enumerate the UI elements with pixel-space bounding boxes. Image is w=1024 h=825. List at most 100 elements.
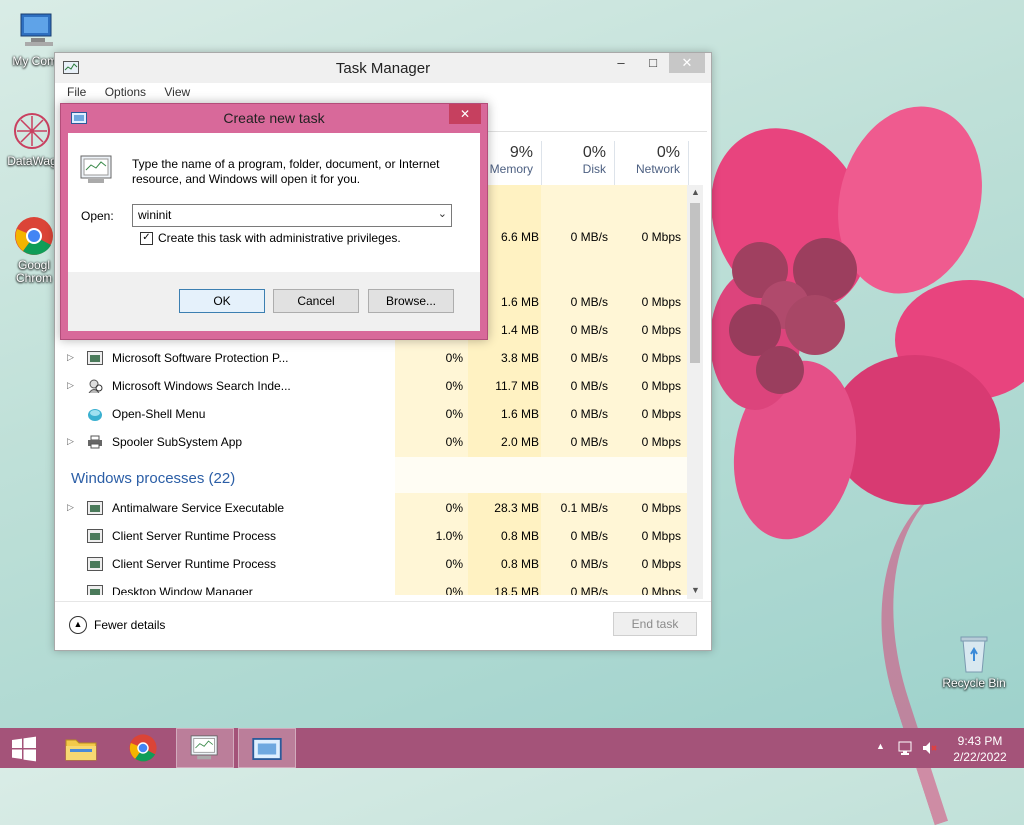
admin-checkbox[interactable]: ✓	[140, 231, 153, 245]
cpu-cell: 0%	[445, 557, 463, 571]
network-icon[interactable]	[897, 739, 915, 760]
clipped-row-container: Desktop Window Manager 0% 18.5 MB 0 MB/s…	[55, 579, 687, 595]
browse-button[interactable]: Browse...	[368, 289, 454, 313]
folder-icon	[65, 739, 97, 761]
dialog-footer: OK Cancel Browse...	[68, 272, 480, 331]
taskbar-chrome[interactable]	[114, 728, 172, 768]
menu-view[interactable]: View	[164, 85, 190, 99]
disk-cell: 0 MB/s	[570, 407, 608, 421]
open-combobox[interactable]: wininit ⌄	[132, 204, 452, 227]
network-cell: 0 Mbps	[641, 557, 681, 571]
volume-muted-icon[interactable]	[921, 739, 939, 760]
table-row[interactable]: Open-Shell Menu 0% 1.6 MB 0 MB/s 0 Mbps	[63, 401, 687, 429]
disk-cell: 0 MB/s	[570, 295, 608, 309]
network-cell: 0 Mbps	[641, 295, 681, 309]
process-window-icon	[87, 501, 103, 515]
end-task-button[interactable]: End task	[613, 612, 697, 636]
expand-arrow-icon[interactable]: ▷	[67, 380, 74, 391]
desktop-icon-label: Recycle Bin	[942, 676, 1006, 690]
open-input-value[interactable]: wininit	[138, 208, 171, 222]
section-band	[395, 457, 687, 493]
disk-cell: 0 MB/s	[570, 585, 608, 595]
table-row[interactable]: ▷ Spooler SubSystem App 0% 2.0 MB 0 MB/s…	[63, 429, 687, 457]
close-button[interactable]: ✕	[669, 53, 705, 73]
menu-options[interactable]: Options	[105, 85, 146, 99]
printer-icon	[87, 435, 103, 449]
fewer-details-button[interactable]: ▲ Fewer details	[69, 616, 165, 634]
recycle-bin-icon	[953, 632, 995, 674]
scroll-up-icon[interactable]: ▲	[691, 187, 700, 197]
column-header-disk[interactable]: 0% Disk	[542, 141, 615, 185]
dialog-description: Type the name of a program, folder, docu…	[132, 157, 440, 186]
clock[interactable]: 9:43 PM 2/22/2022	[946, 733, 1014, 765]
ok-button[interactable]: OK	[179, 289, 265, 313]
process-window-icon	[87, 529, 103, 543]
disk-label: Disk	[582, 162, 606, 176]
disk-cell: 0 MB/s	[570, 557, 608, 571]
process-name: Microsoft Windows Search Inde...	[112, 379, 291, 393]
network-cell: 0 Mbps	[641, 585, 681, 595]
cpu-cell: 0%	[445, 435, 463, 449]
menu-bar: File Options View	[67, 85, 205, 99]
process-window-icon	[87, 557, 103, 571]
maximize-button[interactable]: □	[637, 53, 669, 73]
taskbar-create-task[interactable]	[238, 728, 296, 768]
memory-cell: 28.3 MB	[494, 501, 539, 515]
disk-cell: 0.1 MB/s	[560, 501, 608, 515]
chevron-up-icon: ▲	[69, 616, 87, 634]
menu-file[interactable]: File	[67, 85, 86, 99]
expand-arrow-icon[interactable]: ▷	[67, 436, 74, 447]
network-cell: 0 Mbps	[641, 230, 681, 244]
disk-cell: 0 MB/s	[570, 351, 608, 365]
chrome-icon	[13, 215, 55, 257]
memory-cell: 1.6 MB	[500, 407, 539, 421]
scrollbar-thumb[interactable]	[690, 203, 700, 363]
status-bar: ▲ Fewer details End task	[55, 601, 711, 650]
disk-cell: 0 MB/s	[570, 529, 608, 543]
expand-arrow-icon[interactable]: ▷	[67, 502, 74, 513]
disk-cell: 0 MB/s	[570, 435, 608, 449]
run-program-icon	[80, 155, 114, 188]
table-row[interactable]: ▷ Microsoft Software Protection P... 0% …	[63, 345, 687, 373]
dialog-title: Create new task	[223, 110, 325, 126]
disk-cell: 0 MB/s	[570, 230, 608, 244]
chevron-down-icon[interactable]: ⌄	[438, 207, 447, 220]
taskbar-task-manager[interactable]	[176, 728, 234, 768]
minimize-button[interactable]: –	[605, 53, 637, 73]
process-window-icon	[87, 585, 103, 595]
dialog-body: Type the name of a program, folder, docu…	[68, 133, 480, 331]
network-cell: 0 Mbps	[641, 435, 681, 449]
create-new-task-dialog: Create new task ✕ Type the name of a pro…	[60, 103, 488, 340]
dialog-close-button[interactable]: ✕	[449, 104, 481, 124]
title-bar[interactable]: Task Manager – □ ✕	[55, 53, 711, 83]
table-row[interactable]: Desktop Window Manager 0% 18.5 MB 0 MB/s…	[63, 579, 687, 595]
table-row[interactable]: ▷ Antimalware Service Executable 0% 28.3…	[63, 495, 687, 523]
section-header-windows-processes[interactable]: Windows processes (22)	[71, 470, 235, 487]
desktop-icon-recycle-bin[interactable]: Recycle Bin	[936, 632, 1012, 690]
search-indexer-icon	[87, 379, 103, 394]
taskbar-file-explorer[interactable]	[52, 728, 110, 768]
computer-icon	[17, 10, 59, 52]
table-row[interactable]: Client Server Runtime Process 0% 0.8 MB …	[63, 551, 687, 579]
start-button[interactable]	[0, 728, 48, 768]
task-manager-icon	[190, 735, 218, 760]
vertical-scrollbar[interactable]: ▲ ▼	[687, 185, 703, 599]
table-row[interactable]: ▷ Microsoft Windows Search Inde... 0% 11…	[63, 373, 687, 401]
fewer-details-label: Fewer details	[94, 618, 166, 632]
cpu-cell: 1.0%	[435, 529, 463, 543]
scroll-down-icon[interactable]: ▼	[691, 585, 700, 595]
cpu-cell: 0%	[445, 407, 463, 421]
disk-cell: 0 MB/s	[570, 323, 608, 337]
memory-cell: 0.8 MB	[500, 557, 539, 571]
show-hidden-icons[interactable]: ▲	[876, 741, 885, 751]
memory-cell: 18.5 MB	[494, 585, 539, 595]
admin-checkbox-row[interactable]: ✓ Create this task with administrative p…	[140, 231, 401, 245]
column-header-network[interactable]: 0% Network	[615, 141, 689, 185]
table-row[interactable]: Client Server Runtime Process 1.0% 0.8 M…	[63, 523, 687, 551]
expand-arrow-icon[interactable]: ▷	[67, 352, 74, 363]
memory-cell: 2.0 MB	[500, 435, 539, 449]
process-name: Open-Shell Menu	[112, 407, 206, 421]
cpu-cell: 0%	[445, 585, 463, 595]
cancel-button[interactable]: Cancel	[273, 289, 359, 313]
run-dialog-icon	[252, 738, 282, 760]
